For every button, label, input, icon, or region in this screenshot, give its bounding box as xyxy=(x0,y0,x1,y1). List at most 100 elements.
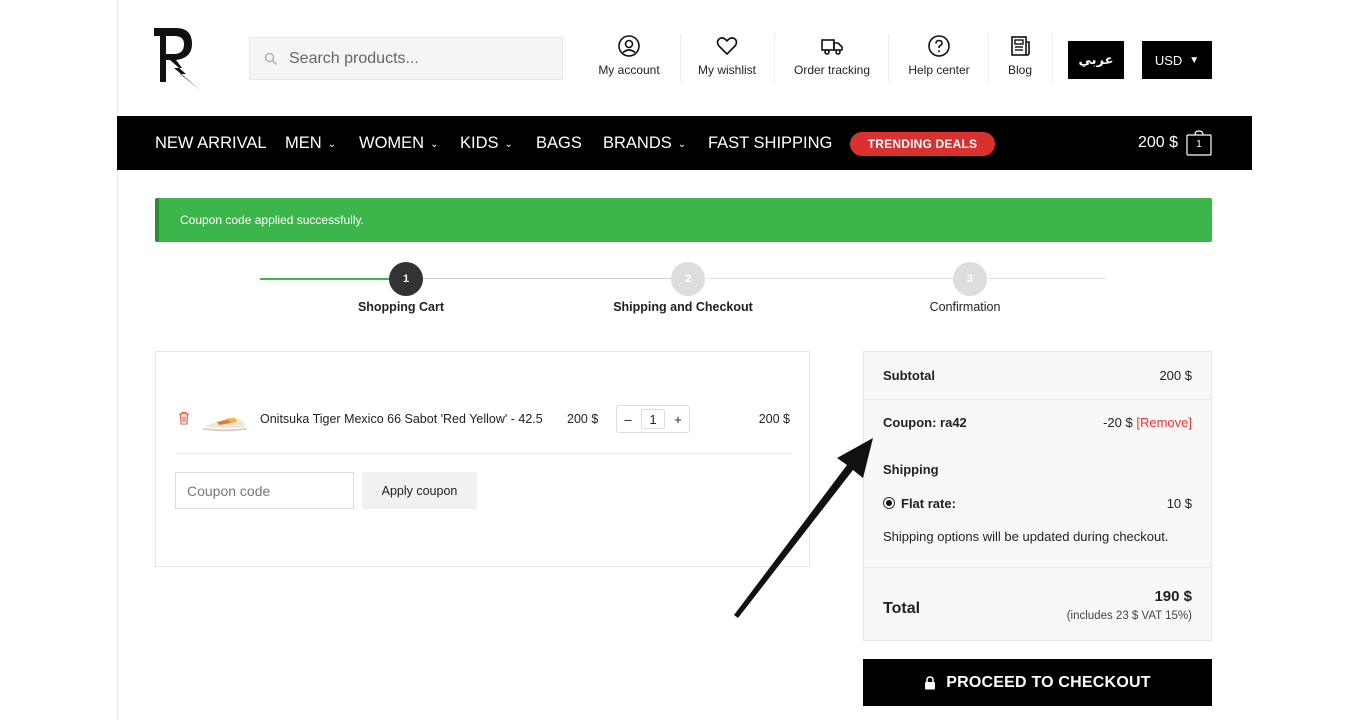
step-line xyxy=(422,278,684,279)
qty-input[interactable]: 1 xyxy=(641,409,665,429)
currency-label: USD xyxy=(1154,52,1183,68)
vat-note: (includes 23 $ VAT 15%) xyxy=(1066,610,1192,622)
menu-label: KIDS xyxy=(460,133,499,152)
help-center-link[interactable]: Help center xyxy=(904,34,974,77)
blog-link[interactable]: Blog xyxy=(1000,34,1040,77)
cart-page: My account My wishlist Order tracking He… xyxy=(0,0,1368,720)
header-divider xyxy=(888,34,889,82)
search-input[interactable] xyxy=(289,49,549,68)
coupon-code-input[interactable] xyxy=(175,472,354,509)
step-line xyxy=(706,278,954,279)
step-2-dot: 2 xyxy=(671,262,705,296)
cart-totals-panel: Subtotal 200 $ Coupon: ra42 -20 $ [Remov… xyxy=(863,351,1212,641)
menu-item-brands[interactable]: BRANDS ⌄ xyxy=(603,116,686,170)
page-border xyxy=(117,0,118,720)
subtotal-label: Subtotal xyxy=(883,368,935,383)
header-divider xyxy=(774,34,775,82)
menu-label: BAGS xyxy=(536,133,582,152)
chevron-down-icon: ⌄ xyxy=(327,138,337,150)
annotation-arrow xyxy=(734,438,873,618)
success-notice: Coupon code applied successfully. xyxy=(155,198,1212,242)
step-2-label: Shipping and Checkout xyxy=(613,300,753,314)
my-wishlist-label: My wishlist xyxy=(697,63,756,77)
chevron-down-icon: ⌄ xyxy=(677,138,687,150)
coupon-label: Coupon: ra42 xyxy=(883,415,967,430)
order-tracking-label: Order tracking xyxy=(793,63,871,77)
shipping-note: Shipping options will be updated during … xyxy=(883,529,1169,544)
divider xyxy=(864,567,1211,568)
shipping-label: Shipping xyxy=(883,462,939,477)
step-1-dot: 1 xyxy=(389,262,423,296)
divider xyxy=(175,453,792,454)
menu-item-women[interactable]: WOMEN ⌄ xyxy=(359,116,438,170)
notice-text: Coupon code applied successfully. xyxy=(180,213,364,227)
product-name[interactable]: Onitsuka Tiger Mexico 66 Sabot 'Red Yell… xyxy=(260,412,543,426)
account-icon xyxy=(618,35,640,57)
chevron-down-icon: ⌄ xyxy=(430,138,439,150)
menu-label: MEN xyxy=(285,133,322,152)
header-cart-total[interactable]: 200 $ xyxy=(1138,116,1178,170)
main-menu: NEW ARRIVAL MEN ⌄ WOMEN ⌄ KIDS ⌄ BAGS BRAND… xyxy=(117,116,1252,170)
order-tracking-link[interactable]: Order tracking xyxy=(789,34,875,77)
qty-increase-button[interactable]: + xyxy=(667,412,689,427)
header-divider xyxy=(1052,34,1053,82)
qty-decrease-button[interactable]: – xyxy=(617,412,639,427)
menu-label: FAST SHIPPING xyxy=(708,133,833,152)
subtotal-row: Subtotal 200 $ xyxy=(883,368,1192,383)
trash-icon[interactable] xyxy=(178,411,190,425)
product-thumbnail[interactable] xyxy=(201,410,249,434)
step-3-dot: 3 xyxy=(953,262,987,296)
menu-label: WOMEN xyxy=(359,133,425,152)
language-button[interactable]: عربي xyxy=(1068,41,1124,79)
step-3-label: Confirmation xyxy=(929,300,1001,314)
cart-count-badge: 1 xyxy=(1196,139,1202,150)
heart-icon xyxy=(716,37,738,55)
my-wishlist-link[interactable]: My wishlist xyxy=(692,34,762,77)
total-row: Total 190 $ (includes 23 $ VAT 15%) xyxy=(883,588,1192,622)
header-divider xyxy=(680,34,681,82)
search-icon xyxy=(264,52,278,66)
coupon-amount-wrap: -20 $ [Remove] xyxy=(1103,415,1192,430)
checkout-label: PROCEED TO CHECKOUT xyxy=(946,673,1151,691)
lock-icon xyxy=(925,675,936,689)
total-value: 190 $ xyxy=(1154,588,1192,605)
header-divider xyxy=(988,34,989,82)
trending-deals-badge[interactable]: TRENDING DEALS xyxy=(850,132,995,156)
product-price: 200 $ xyxy=(567,412,599,426)
flat-rate-row: Flat rate: 10 $ xyxy=(883,496,1192,511)
coupon-value: -20 $ xyxy=(1103,415,1133,430)
menu-item-bags[interactable]: BAGS xyxy=(536,116,582,170)
menu-item-men[interactable]: MEN ⌄ xyxy=(285,116,336,170)
menu-item-fast-shipping[interactable]: FAST SHIPPING xyxy=(708,116,832,170)
coupon-row: Coupon: ra42 -20 $ [Remove] xyxy=(883,415,1192,430)
remove-coupon-link[interactable]: [Remove] xyxy=(1136,415,1192,430)
my-account-link[interactable]: My account xyxy=(592,34,666,77)
brand-logo[interactable] xyxy=(152,24,204,92)
menu-label: NEW ARRIVAL xyxy=(155,133,267,152)
blog-label: Blog xyxy=(1007,63,1033,77)
menu-label: BRANDS xyxy=(603,133,672,152)
subtotal-value: 200 $ xyxy=(1159,368,1192,383)
truck-icon xyxy=(821,39,843,55)
divider xyxy=(864,399,1211,400)
currency-select[interactable]: USD ▼ xyxy=(1142,41,1212,79)
flat-rate-label: Flat rate: xyxy=(901,496,956,511)
shipping-note-row: Shipping options will be updated during … xyxy=(883,529,1192,544)
my-account-label: My account xyxy=(598,63,660,77)
help-center-label: Help center xyxy=(908,63,970,77)
product-subtotal: 200 $ xyxy=(758,412,790,426)
newspaper-icon xyxy=(1011,36,1030,56)
step-line xyxy=(988,278,1106,279)
menu-item-new-arrival[interactable]: NEW ARRIVAL xyxy=(155,116,267,170)
help-icon xyxy=(928,35,950,57)
flat-rate-option[interactable]: Flat rate: xyxy=(883,496,956,511)
menu-item-kids[interactable]: KIDS ⌄ xyxy=(460,116,513,170)
caret-down-icon: ▼ xyxy=(1189,54,1200,66)
proceed-to-checkout-button[interactable]: PROCEED TO CHECKOUT xyxy=(863,659,1212,706)
total-label: Total xyxy=(883,600,921,617)
shipping-heading-row: Shipping xyxy=(883,462,1192,477)
quantity-stepper: – 1 + xyxy=(616,405,690,433)
search-box[interactable] xyxy=(249,37,563,80)
cart-items-panel: Onitsuka Tiger Mexico 66 Sabot 'Red Yell… xyxy=(155,351,810,567)
apply-coupon-button[interactable]: Apply coupon xyxy=(362,472,477,509)
